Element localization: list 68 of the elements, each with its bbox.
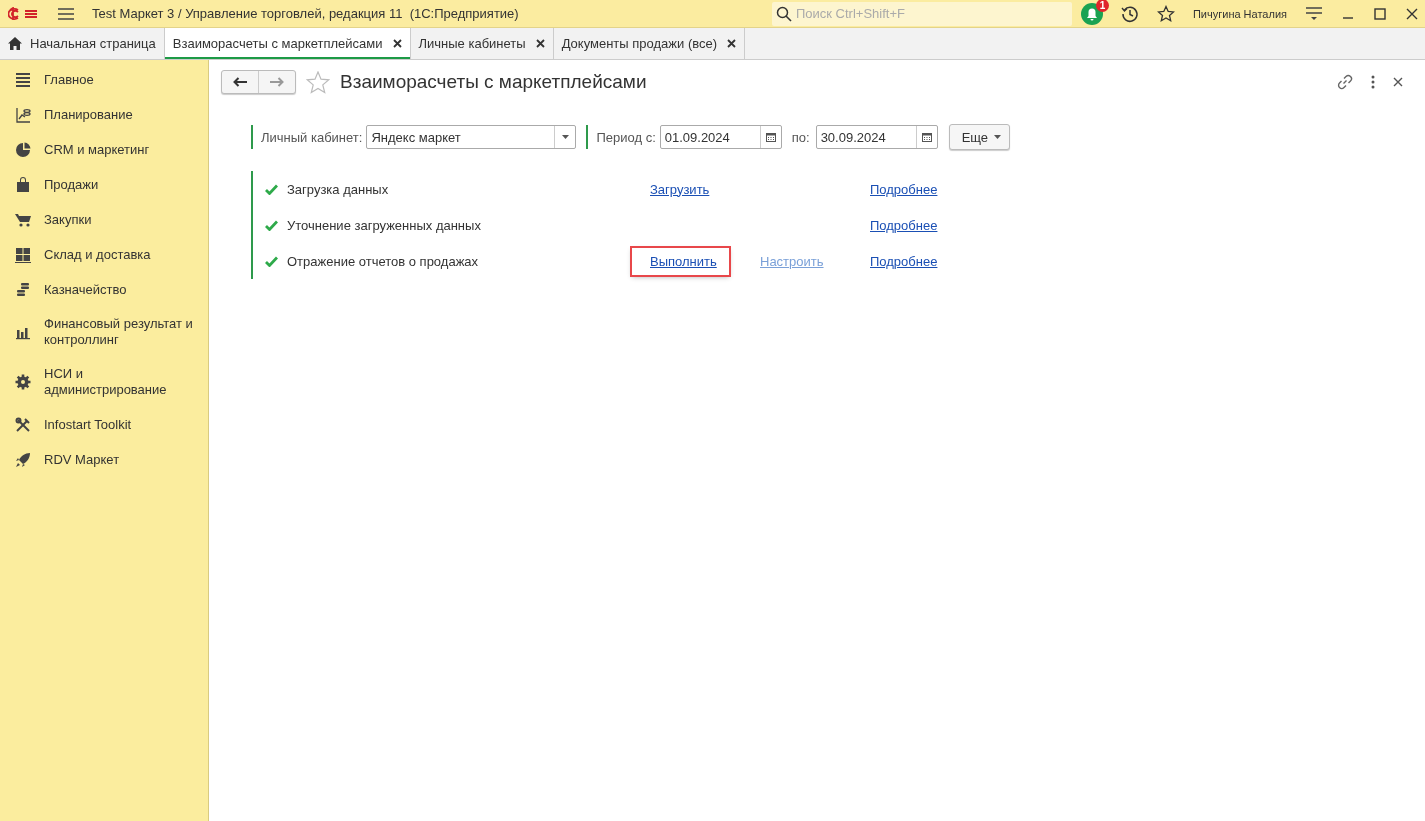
- gear-icon: [15, 374, 31, 390]
- calendar-icon: [765, 132, 776, 142]
- cart-icon: [15, 211, 31, 228]
- search-field[interactable]: Поиск Ctrl+Shift+F: [771, 1, 1072, 26]
- caret-icon: [994, 135, 1002, 139]
- user-name[interactable]: Пичугина Наталия: [1192, 7, 1287, 20]
- sidebar-item[interactable]: Финансовый результат и контроллинг: [0, 307, 208, 357]
- sidebar-item[interactable]: Планирование: [0, 97, 208, 132]
- sidebar-item[interactable]: Закупки: [0, 202, 208, 237]
- sidebar-item[interactable]: Казначейство: [0, 272, 208, 307]
- step-action-link[interactable]: Загрузить: [650, 181, 710, 197]
- step-label: Загрузка данных: [287, 181, 390, 197]
- tab[interactable]: Документы продажи (все): [553, 28, 746, 59]
- period-from-field[interactable]: 01.09.2024: [659, 125, 782, 149]
- menu-icon[interactable]: [58, 7, 74, 20]
- rocket-icon: [15, 451, 31, 468]
- shopping-bag-icon: [15, 176, 31, 193]
- step-label: Отражение отчетов о продажах: [287, 253, 480, 269]
- more-button[interactable]: Еще: [948, 124, 1011, 150]
- filter-menu-icon[interactable]: [1305, 5, 1323, 22]
- notification-bell-icon[interactable]: [1080, 2, 1103, 25]
- favorite-star-icon[interactable]: [306, 70, 330, 94]
- close-icon[interactable]: [535, 39, 545, 48]
- details-link[interactable]: Подробнее: [870, 253, 938, 269]
- period-to-field[interactable]: 30.09.2024: [815, 125, 938, 149]
- calendar-icon: [921, 132, 932, 142]
- period-to-label: по:: [791, 129, 810, 145]
- logo-icon: [8, 6, 38, 21]
- tab[interactable]: Начальная страница: [0, 28, 165, 59]
- account-label: Личный кабинет:: [261, 129, 363, 145]
- star-icon[interactable]: [1156, 4, 1175, 23]
- tools-icon: [15, 416, 31, 433]
- arrow-left-icon: [233, 77, 247, 87]
- sidebar-item[interactable]: НСИ и администрирование: [0, 357, 208, 407]
- sidebar-item[interactable]: Infostart Toolkit: [0, 407, 208, 442]
- sidebar-item[interactable]: RDV Маркет: [0, 442, 208, 477]
- form-title: Взаиморасчеты с маркетплейсами: [340, 71, 647, 93]
- coins-icon: [15, 281, 31, 298]
- close-icon[interactable]: [1405, 6, 1419, 21]
- link-icon[interactable]: [1337, 74, 1353, 90]
- chart-icon: [15, 106, 31, 123]
- sidebar-item[interactable]: CRM и маркетинг: [0, 132, 208, 167]
- account-select[interactable]: Яндекс маркет: [366, 125, 577, 149]
- more-options-icon[interactable]: [1371, 75, 1375, 89]
- sidebar-item[interactable]: Продажи: [0, 167, 208, 202]
- step-action-link[interactable]: Выполнить: [632, 247, 729, 275]
- home-icon: [8, 37, 22, 50]
- period-from-label: Период с:: [596, 129, 656, 145]
- close-icon[interactable]: [392, 39, 402, 48]
- arrow-right-icon: [270, 77, 284, 87]
- history-icon[interactable]: [1120, 4, 1139, 23]
- search-icon: [775, 5, 792, 22]
- maximize-icon[interactable]: [1373, 6, 1387, 21]
- details-link[interactable]: Подробнее: [870, 181, 938, 197]
- notification-badge: 1: [1095, 0, 1109, 12]
- pie-chart-icon: [15, 141, 31, 158]
- tab[interactable]: Личные кабинеты: [410, 28, 554, 59]
- dropdown-caret-icon: [561, 135, 569, 139]
- step-label: Уточнение загруженных данных: [287, 217, 482, 233]
- window-title: Test Маркет 3 / Управление торговлей, редакция 11 (1С:Предприятие): [92, 6, 519, 21]
- grid-icon: [15, 246, 31, 263]
- close-icon[interactable]: [1393, 77, 1403, 87]
- close-icon[interactable]: [727, 39, 737, 48]
- details-link[interactable]: Подробнее: [870, 217, 938, 233]
- sidebar-item[interactable]: Склад и доставка: [0, 237, 208, 272]
- list-icon: [15, 71, 31, 88]
- tab[interactable]: Взаиморасчеты с маркетплейсами: [164, 28, 411, 59]
- sidebar-item[interactable]: Главное: [0, 62, 208, 97]
